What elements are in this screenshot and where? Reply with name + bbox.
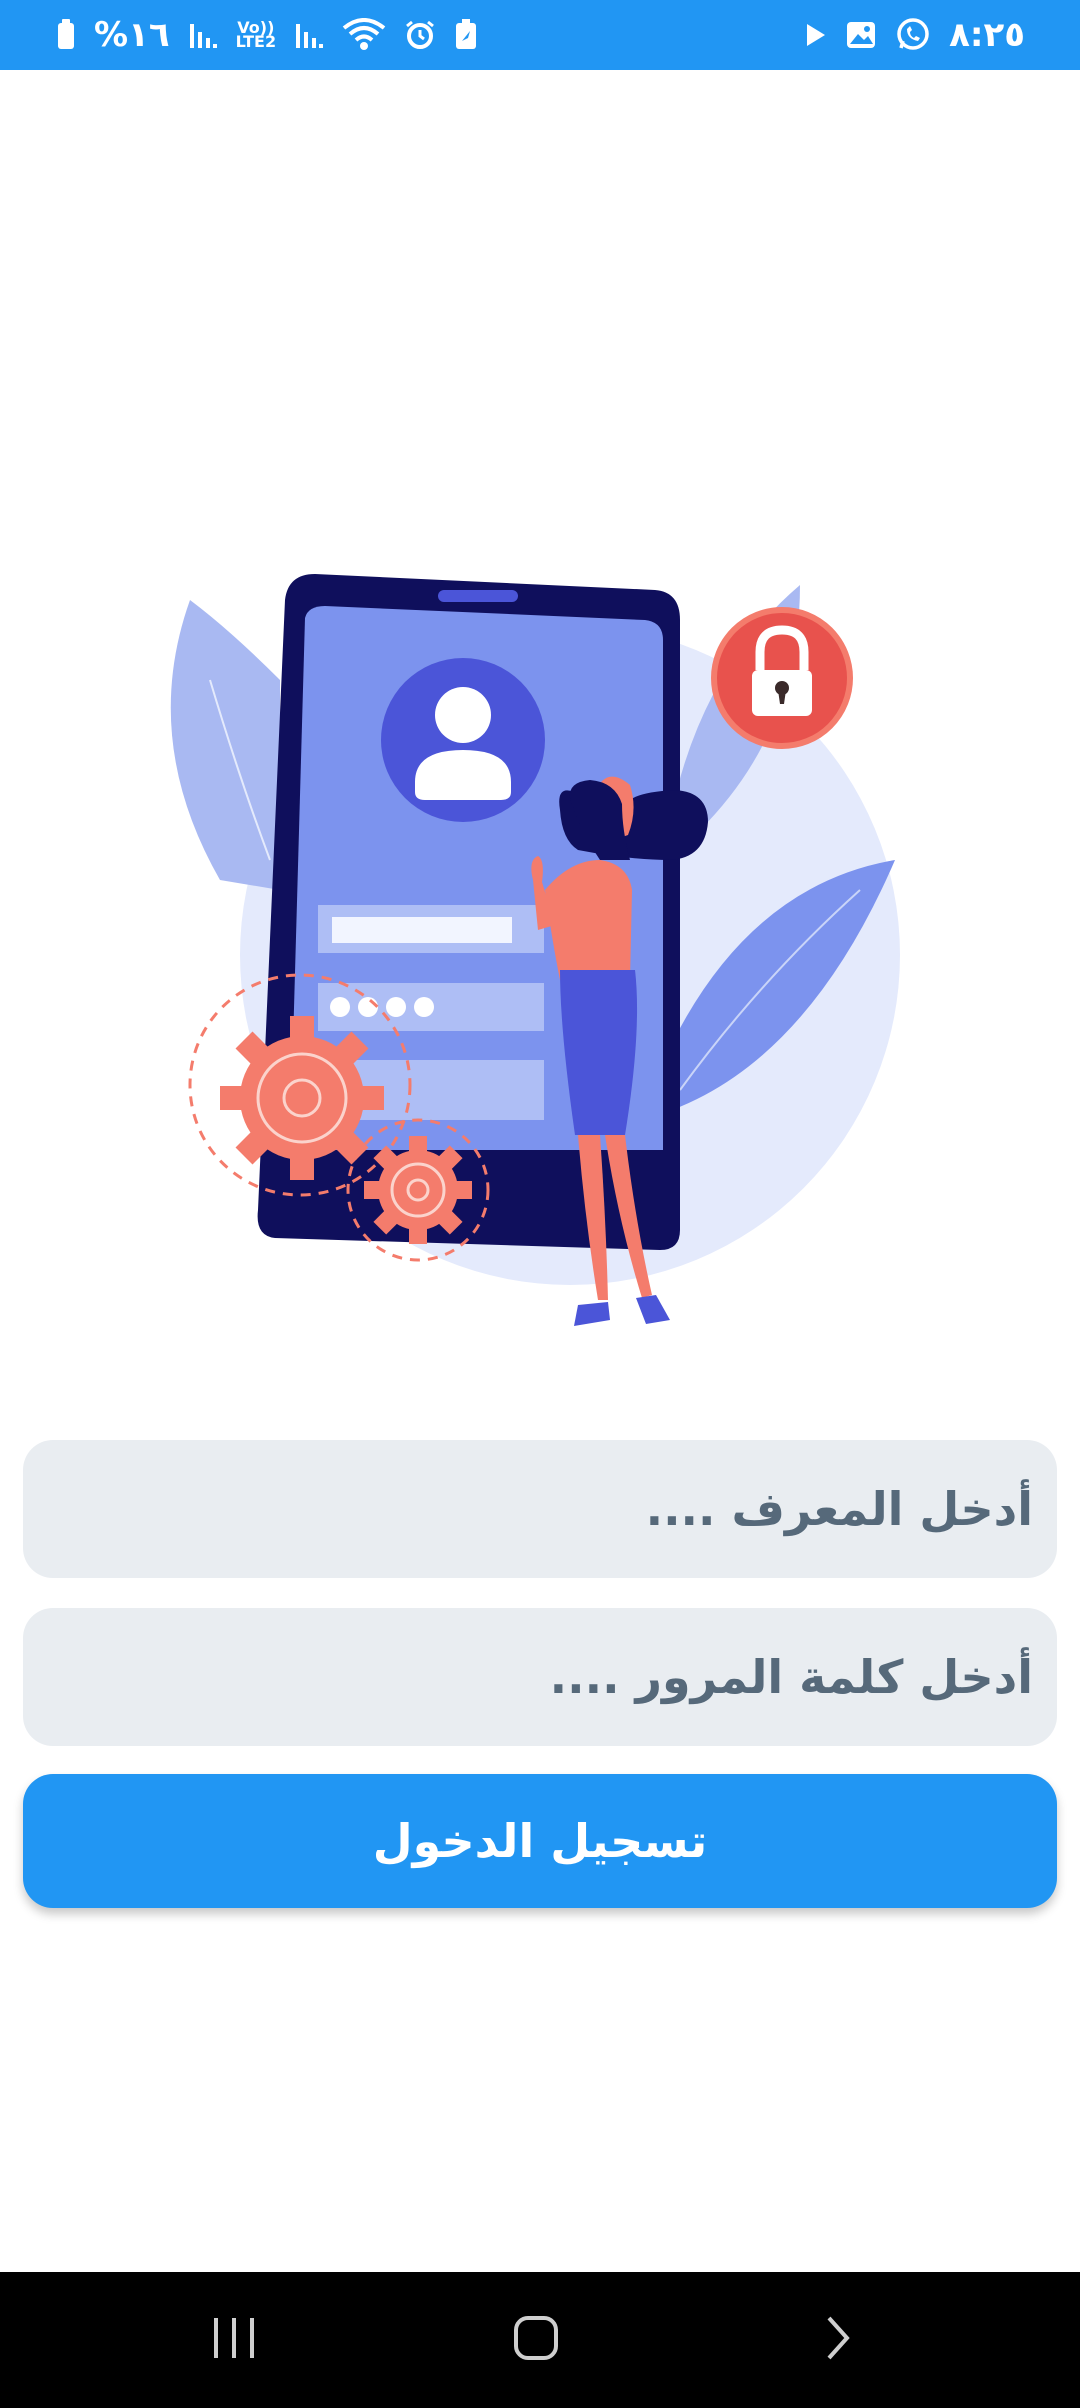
signal-icon-2 — [294, 20, 324, 50]
password-input[interactable]: أدخل كلمة المرور .... — [23, 1608, 1057, 1746]
status-left: %١٦ Vo)) LTE2 — [56, 18, 478, 52]
whatsapp-icon — [895, 17, 931, 53]
left-leaf — [170, 600, 280, 890]
login-button[interactable]: تسجيل الدخول — [23, 1774, 1057, 1908]
wifi-icon — [342, 18, 386, 52]
battery-icon — [56, 19, 76, 51]
volte-icon: Vo)) LTE2 — [235, 18, 277, 51]
recents-button[interactable] — [155, 2272, 315, 2408]
navigation-bar — [0, 2272, 1080, 2408]
play-icon — [805, 22, 827, 48]
login-illustration — [160, 560, 920, 1340]
back-icon — [823, 2314, 853, 2366]
username-placeholder: أدخل المعرف .... — [645, 1482, 1033, 1536]
login-button-label: تسجيل الدخول — [372, 1814, 708, 1868]
signal-icon — [188, 20, 218, 50]
recents-icon — [210, 2316, 260, 2364]
status-right: ٨:٢٥ — [805, 17, 1025, 53]
small-gear — [364, 1136, 472, 1244]
phone-speaker — [438, 590, 518, 602]
alarm-icon — [404, 19, 436, 51]
back-button[interactable] — [758, 2272, 918, 2408]
gallery-icon — [845, 20, 877, 50]
home-icon — [512, 2314, 560, 2366]
username-input[interactable]: أدخل المعرف .... — [23, 1440, 1057, 1578]
battery-percent: %١٦ — [94, 15, 170, 55]
home-button[interactable] — [456, 2272, 616, 2408]
battery-saver-icon — [454, 19, 478, 51]
large-gear — [220, 1016, 384, 1180]
clock: ٨:٢٥ — [949, 15, 1025, 55]
password-placeholder: أدخل كلمة المرور .... — [549, 1650, 1033, 1704]
status-bar: %١٦ Vo)) LTE2 ٨:٢٥ — [0, 0, 1080, 70]
